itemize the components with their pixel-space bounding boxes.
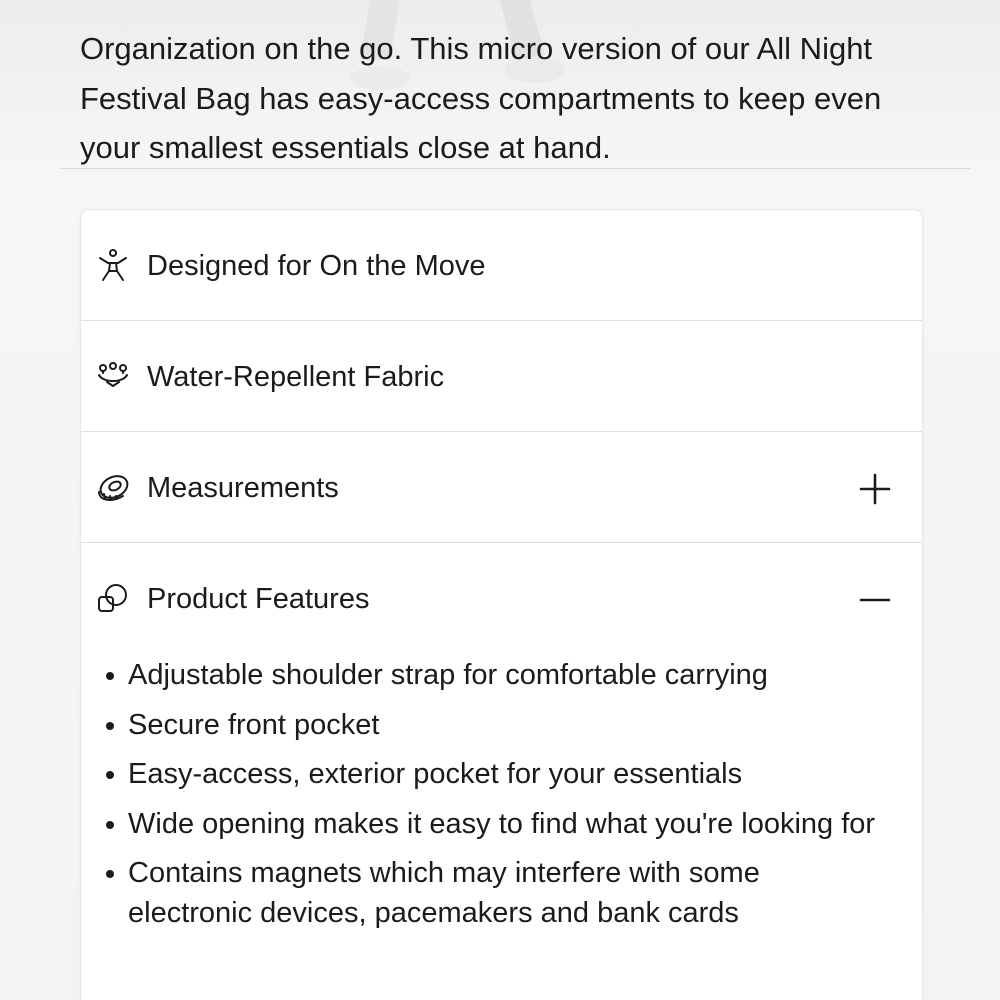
accordion-item-product-features[interactable]: Product Features	[81, 543, 922, 653]
accordion-item-label: Product Features	[147, 583, 370, 615]
feature-text: Easy-access, exterior pocket for your es…	[128, 758, 743, 790]
measuring-tape-icon	[98, 475, 129, 501]
product-intro: Organization on the go. This micro versi…	[60, 0, 970, 169]
list-item: Contains magnets which may interfere wit…	[81, 853, 878, 933]
product-features-list: Adjustable shoulder strap for comfortabl…	[81, 655, 922, 943]
list-item: Easy-access, exterior pocket for your es…	[81, 754, 878, 794]
accordion-item-measurements[interactable]: Measurements	[81, 432, 922, 543]
accordion-item-designed-for-on-the-move[interactable]: Designed for On the Move	[81, 210, 922, 321]
water-drops-icon	[98, 362, 128, 387]
bullet-icon	[106, 672, 114, 680]
feature-text: Wide opening makes it easy to find what …	[128, 807, 876, 840]
feature-text: Secure front pocket	[128, 708, 380, 741]
person-moving-icon	[99, 249, 127, 281]
overlapping-shapes-icon	[98, 584, 127, 612]
bullet-icon	[106, 820, 114, 829]
accordion-item-label: Water-Repellent Fabric	[147, 361, 445, 393]
bullet-icon	[106, 771, 114, 779]
accordion-item-label: Measurements	[147, 472, 339, 504]
feature-text: Adjustable shoulder strap for comfortabl…	[128, 659, 768, 691]
bullet-icon	[106, 721, 114, 730]
list-item: Adjustable shoulder strap for comfortabl…	[81, 655, 878, 695]
accordion-item-water-repellent-fabric[interactable]: Water-Repellent Fabric	[81, 321, 922, 432]
product-info-accordion: Designed for On the Move Water-Repellent…	[80, 209, 923, 1000]
list-item: Secure front pocket	[81, 705, 878, 745]
list-item: Wide opening makes it easy to find what …	[81, 804, 878, 844]
product-description: Organization on the go. This micro versi…	[80, 31, 882, 165]
product-details-page: Organization on the go. This micro versi…	[0, 0, 1000, 1000]
feature-text: Contains magnets which may interfere wit…	[128, 857, 760, 929]
accordion-item-label: Designed for On the Move	[147, 250, 486, 282]
bullet-icon	[106, 870, 114, 878]
plus-icon[interactable]	[858, 472, 892, 506]
minus-icon[interactable]	[858, 583, 892, 617]
